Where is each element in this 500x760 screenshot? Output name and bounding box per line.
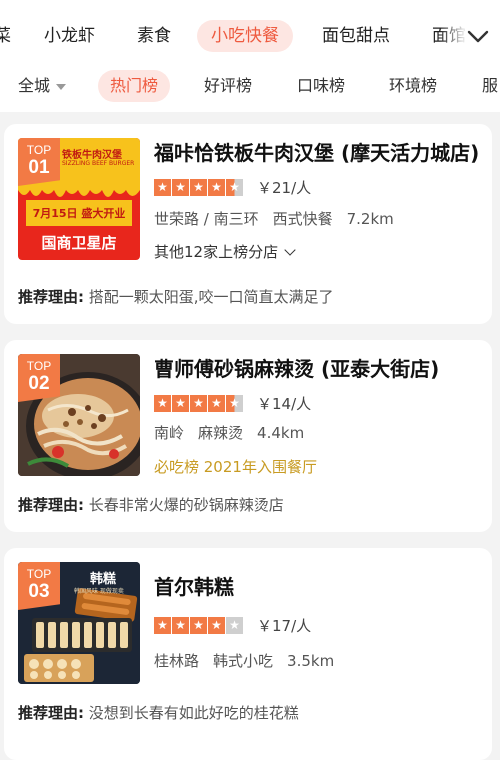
reason-text: 没想到长春有如此好吃的桂花糕 xyxy=(88,704,299,722)
rating-row: ★ ★ ★ ★ ★ ￥17/人 xyxy=(154,614,311,636)
reason-label: 推荐理由: xyxy=(18,288,84,306)
badge-top-label: TOP xyxy=(26,567,52,581)
category-tab-partial[interactable]: 菜 xyxy=(0,20,11,52)
other-branches-label: 其他12家上榜分店 xyxy=(154,243,279,261)
chevron-down-icon[interactable] xyxy=(466,24,490,48)
other-branches-link[interactable]: 其他12家上榜分店 xyxy=(154,241,296,262)
reason-label: 推荐理由: xyxy=(18,496,84,514)
restaurant-card[interactable]: 韩糕 韩国风味 现做现卖 TOP 03 首尔韩糕 ★ ★ ★ ★ ★ ￥17/人… xyxy=(4,548,492,760)
caret-down-icon xyxy=(56,83,67,90)
distance: 4.4km xyxy=(257,424,305,442)
poster-subtitle: SIZZLING BEEF BURGER xyxy=(62,160,135,167)
restaurant-photo: TOP 02 xyxy=(18,354,140,476)
empty-star-icon: ★ xyxy=(226,616,243,634)
star-icon: ★ xyxy=(190,394,207,412)
poster-branch-name: 国商卫星店 xyxy=(41,234,117,252)
restaurant-name[interactable]: 首尔韩糕 xyxy=(154,572,484,602)
reason-label: 推荐理由: xyxy=(18,704,84,722)
cuisine: 西式快餐 xyxy=(272,210,333,228)
city-filter-label: 全城 xyxy=(18,76,51,95)
star-icon: ★ xyxy=(154,394,171,412)
city-filter-dropdown[interactable]: 全城 xyxy=(18,70,67,102)
distance: 3.5km xyxy=(287,652,335,670)
restaurant-card[interactable]: TOP 02 曹师傅砂锅麻辣烫 (亚泰大街店) ★ ★ ★ ★ ★ ￥14/人 … xyxy=(4,340,492,532)
half-star-icon: ★ xyxy=(226,394,243,412)
location: 桂林路 xyxy=(154,652,200,670)
category-tab-vegetarian[interactable]: 素食 xyxy=(137,20,171,52)
poster-title: 铁板牛肉汉堡 xyxy=(62,150,122,161)
tab-service-ranking[interactable]: 服 xyxy=(482,70,498,102)
price-per-person: ￥21/人 xyxy=(257,178,312,197)
star-icon: ★ xyxy=(190,178,207,196)
recommend-reason: 推荐理由: 没想到长春有如此好吃的桂花糕 xyxy=(18,702,299,723)
reason-text: 长春非常火爆的砂锅麻辣烫店 xyxy=(88,496,284,514)
star-icon: ★ xyxy=(172,616,189,634)
tab-taste-ranking[interactable]: 口味榜 xyxy=(297,70,345,102)
star-icon: ★ xyxy=(208,394,225,412)
tab-environment-ranking[interactable]: 环境榜 xyxy=(389,70,437,102)
category-tab-snacks-fastfood[interactable]: 小吃快餐 xyxy=(197,20,293,52)
recommend-reason: 推荐理由: 搭配一颗太阳蛋,咬一口简直太满足了 xyxy=(18,286,334,307)
restaurant-card[interactable]: 铁板牛肉汉堡 SIZZLING BEEF BURGER 7月15日 盛大开业 国… xyxy=(4,124,492,324)
restaurant-meta: 南岭 麻辣烫 4.4km xyxy=(154,422,318,443)
star-icon: ★ xyxy=(190,616,207,634)
top-rank-badge: TOP 01 xyxy=(18,138,60,186)
restaurant-meta: 桂林路 韩式小吃 3.5km xyxy=(154,650,348,671)
badge-top-label: TOP xyxy=(26,359,52,373)
price-per-person: ￥17/人 xyxy=(257,616,312,635)
reason-text: 搭配一颗太阳蛋,咬一口简直太满足了 xyxy=(88,288,334,306)
restaurant-meta: 世荣路 / 南三环 西式快餐 7.2km xyxy=(154,208,408,229)
restaurant-photo: 韩糕 韩国风味 现做现卖 TOP 03 xyxy=(18,562,140,684)
half-star-icon: ★ xyxy=(226,178,243,196)
star-icon: ★ xyxy=(208,178,225,196)
star-icon: ★ xyxy=(172,394,189,412)
restaurant-name[interactable]: 福咔恰铁板牛肉汉堡 (摩天活力城店) xyxy=(154,138,484,168)
tab-top-rated-ranking[interactable]: 好评榜 xyxy=(204,70,252,102)
star-icon: ★ xyxy=(208,616,225,634)
badge-top-label: TOP xyxy=(26,143,52,157)
shop-sign-text: 韩糕 xyxy=(90,572,117,587)
poster-opening-date: 7月15日 盛大开业 xyxy=(32,207,126,220)
category-tab-bar: 菜 小龙虾 素食 小吃快餐 面包甜点 面馆 xyxy=(0,0,500,68)
cuisine: 麻辣烫 xyxy=(198,424,244,442)
tab-hot-ranking[interactable]: 热门榜 xyxy=(98,70,171,102)
star-rating: ★ ★ ★ ★ ★ xyxy=(154,394,243,412)
chevron-down-icon xyxy=(284,244,296,256)
star-icon: ★ xyxy=(154,616,171,634)
price-per-person: ￥14/人 xyxy=(257,394,312,413)
badge-rank-number: 02 xyxy=(28,373,50,394)
badge-rank-number: 01 xyxy=(28,157,50,178)
top-rank-badge: TOP 03 xyxy=(18,562,60,610)
shop-sign-subtext: 韩国风味 现做现卖 xyxy=(74,588,124,595)
star-rating: ★ ★ ★ ★ ★ xyxy=(154,616,243,634)
cuisine: 韩式小吃 xyxy=(213,652,274,670)
top-rank-badge: TOP 02 xyxy=(18,354,60,402)
star-icon: ★ xyxy=(154,178,171,196)
restaurant-name[interactable]: 曹师傅砂锅麻辣烫 (亚泰大街店) xyxy=(154,354,484,384)
location: 南岭 xyxy=(154,424,185,442)
category-tab-crayfish[interactable]: 小龙虾 xyxy=(44,20,95,52)
star-rating: ★ ★ ★ ★ ★ xyxy=(154,178,243,196)
must-eat-award[interactable]: 必吃榜 2021年入围餐厅 xyxy=(154,456,317,477)
location: 世荣路 / 南三环 xyxy=(154,210,259,228)
distance: 7.2km xyxy=(346,210,394,228)
recommend-reason: 推荐理由: 长春非常火爆的砂锅麻辣烫店 xyxy=(18,494,284,515)
ranking-filter-bar: 全城 热门榜 好评榜 口味榜 环境榜 服 xyxy=(0,68,500,112)
star-icon: ★ xyxy=(172,178,189,196)
badge-rank-number: 03 xyxy=(28,581,50,602)
restaurant-photo: 铁板牛肉汉堡 SIZZLING BEEF BURGER 7月15日 盛大开业 国… xyxy=(18,138,140,260)
rating-row: ★ ★ ★ ★ ★ ￥21/人 xyxy=(154,176,311,198)
category-tab-bakery-desserts[interactable]: 面包甜点 xyxy=(322,20,390,52)
rating-row: ★ ★ ★ ★ ★ ￥14/人 xyxy=(154,392,311,414)
